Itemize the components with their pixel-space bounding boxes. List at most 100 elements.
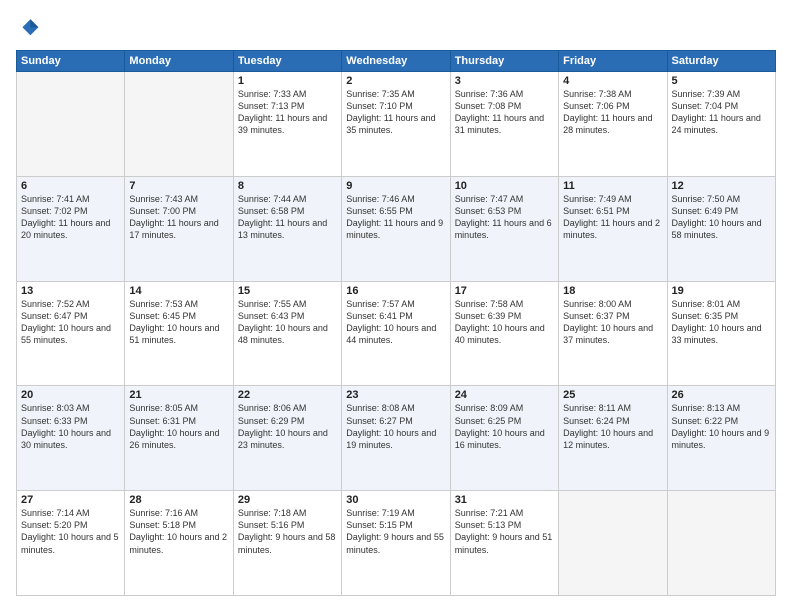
day-number: 29: [238, 494, 337, 506]
calendar-cell: 9Sunrise: 7:46 AMSunset: 6:55 PMDaylight…: [342, 176, 450, 281]
calendar-cell: 7Sunrise: 7:43 AMSunset: 7:00 PMDaylight…: [125, 176, 233, 281]
day-info: Sunrise: 8:06 AMSunset: 6:29 PMDaylight:…: [238, 402, 337, 451]
calendar-cell: 23Sunrise: 8:08 AMSunset: 6:27 PMDayligh…: [342, 386, 450, 491]
day-info: Sunrise: 7:21 AMSunset: 5:13 PMDaylight:…: [455, 507, 554, 556]
calendar-cell: 25Sunrise: 8:11 AMSunset: 6:24 PMDayligh…: [559, 386, 667, 491]
day-number: 5: [672, 75, 771, 87]
calendar-header-sunday: Sunday: [17, 51, 125, 72]
day-number: 21: [129, 389, 228, 401]
day-number: 16: [346, 285, 445, 297]
day-number: 2: [346, 75, 445, 87]
day-info: Sunrise: 7:50 AMSunset: 6:49 PMDaylight:…: [672, 193, 771, 242]
calendar-cell: 24Sunrise: 8:09 AMSunset: 6:25 PMDayligh…: [450, 386, 558, 491]
day-info: Sunrise: 7:47 AMSunset: 6:53 PMDaylight:…: [455, 193, 554, 242]
day-info: Sunrise: 7:46 AMSunset: 6:55 PMDaylight:…: [346, 193, 445, 242]
day-info: Sunrise: 8:03 AMSunset: 6:33 PMDaylight:…: [21, 402, 120, 451]
calendar-cell: 4Sunrise: 7:38 AMSunset: 7:06 PMDaylight…: [559, 72, 667, 177]
calendar-cell: 28Sunrise: 7:16 AMSunset: 5:18 PMDayligh…: [125, 491, 233, 596]
calendar-cell: 22Sunrise: 8:06 AMSunset: 6:29 PMDayligh…: [233, 386, 341, 491]
calendar-cell: 3Sunrise: 7:36 AMSunset: 7:08 PMDaylight…: [450, 72, 558, 177]
calendar-cell: 6Sunrise: 7:41 AMSunset: 7:02 PMDaylight…: [17, 176, 125, 281]
day-number: 13: [21, 285, 120, 297]
day-info: Sunrise: 8:09 AMSunset: 6:25 PMDaylight:…: [455, 402, 554, 451]
day-number: 8: [238, 180, 337, 192]
calendar-cell: 18Sunrise: 8:00 AMSunset: 6:37 PMDayligh…: [559, 281, 667, 386]
calendar-cell: 26Sunrise: 8:13 AMSunset: 6:22 PMDayligh…: [667, 386, 775, 491]
day-info: Sunrise: 7:49 AMSunset: 6:51 PMDaylight:…: [563, 193, 662, 242]
day-info: Sunrise: 7:57 AMSunset: 6:41 PMDaylight:…: [346, 298, 445, 347]
day-info: Sunrise: 7:58 AMSunset: 6:39 PMDaylight:…: [455, 298, 554, 347]
calendar-cell: [667, 491, 775, 596]
day-info: Sunrise: 8:05 AMSunset: 6:31 PMDaylight:…: [129, 402, 228, 451]
day-info: Sunrise: 8:11 AMSunset: 6:24 PMDaylight:…: [563, 402, 662, 451]
day-info: Sunrise: 7:14 AMSunset: 5:20 PMDaylight:…: [21, 507, 120, 556]
logo-icon: [16, 16, 40, 40]
day-info: Sunrise: 8:00 AMSunset: 6:37 PMDaylight:…: [563, 298, 662, 347]
day-number: 24: [455, 389, 554, 401]
day-number: 17: [455, 285, 554, 297]
day-info: Sunrise: 7:19 AMSunset: 5:15 PMDaylight:…: [346, 507, 445, 556]
calendar-cell: 30Sunrise: 7:19 AMSunset: 5:15 PMDayligh…: [342, 491, 450, 596]
day-number: 10: [455, 180, 554, 192]
day-number: 3: [455, 75, 554, 87]
calendar-cell: 11Sunrise: 7:49 AMSunset: 6:51 PMDayligh…: [559, 176, 667, 281]
day-number: 27: [21, 494, 120, 506]
day-info: Sunrise: 7:16 AMSunset: 5:18 PMDaylight:…: [129, 507, 228, 556]
day-info: Sunrise: 7:52 AMSunset: 6:47 PMDaylight:…: [21, 298, 120, 347]
day-number: 12: [672, 180, 771, 192]
day-number: 15: [238, 285, 337, 297]
calendar-cell: 27Sunrise: 7:14 AMSunset: 5:20 PMDayligh…: [17, 491, 125, 596]
calendar-header-friday: Friday: [559, 51, 667, 72]
day-number: 4: [563, 75, 662, 87]
day-info: Sunrise: 7:55 AMSunset: 6:43 PMDaylight:…: [238, 298, 337, 347]
day-number: 1: [238, 75, 337, 87]
calendar-cell: 12Sunrise: 7:50 AMSunset: 6:49 PMDayligh…: [667, 176, 775, 281]
day-number: 26: [672, 389, 771, 401]
calendar-cell: 5Sunrise: 7:39 AMSunset: 7:04 PMDaylight…: [667, 72, 775, 177]
day-number: 18: [563, 285, 662, 297]
day-info: Sunrise: 8:08 AMSunset: 6:27 PMDaylight:…: [346, 402, 445, 451]
calendar-cell: 10Sunrise: 7:47 AMSunset: 6:53 PMDayligh…: [450, 176, 558, 281]
day-info: Sunrise: 7:39 AMSunset: 7:04 PMDaylight:…: [672, 88, 771, 137]
day-number: 25: [563, 389, 662, 401]
calendar-header-monday: Monday: [125, 51, 233, 72]
day-info: Sunrise: 7:33 AMSunset: 7:13 PMDaylight:…: [238, 88, 337, 137]
calendar-cell: 20Sunrise: 8:03 AMSunset: 6:33 PMDayligh…: [17, 386, 125, 491]
calendar-cell: 21Sunrise: 8:05 AMSunset: 6:31 PMDayligh…: [125, 386, 233, 491]
day-number: 6: [21, 180, 120, 192]
calendar-cell: 16Sunrise: 7:57 AMSunset: 6:41 PMDayligh…: [342, 281, 450, 386]
calendar-cell: 13Sunrise: 7:52 AMSunset: 6:47 PMDayligh…: [17, 281, 125, 386]
day-number: 28: [129, 494, 228, 506]
day-number: 7: [129, 180, 228, 192]
day-info: Sunrise: 7:41 AMSunset: 7:02 PMDaylight:…: [21, 193, 120, 242]
day-info: Sunrise: 7:38 AMSunset: 7:06 PMDaylight:…: [563, 88, 662, 137]
day-number: 22: [238, 389, 337, 401]
day-number: 9: [346, 180, 445, 192]
day-info: Sunrise: 7:36 AMSunset: 7:08 PMDaylight:…: [455, 88, 554, 137]
day-number: 19: [672, 285, 771, 297]
calendar-header-wednesday: Wednesday: [342, 51, 450, 72]
calendar-cell: 19Sunrise: 8:01 AMSunset: 6:35 PMDayligh…: [667, 281, 775, 386]
calendar-cell: 31Sunrise: 7:21 AMSunset: 5:13 PMDayligh…: [450, 491, 558, 596]
calendar-header-tuesday: Tuesday: [233, 51, 341, 72]
calendar-cell: 17Sunrise: 7:58 AMSunset: 6:39 PMDayligh…: [450, 281, 558, 386]
day-info: Sunrise: 7:18 AMSunset: 5:16 PMDaylight:…: [238, 507, 337, 556]
day-number: 31: [455, 494, 554, 506]
day-number: 20: [21, 389, 120, 401]
day-number: 30: [346, 494, 445, 506]
calendar-cell: 15Sunrise: 7:55 AMSunset: 6:43 PMDayligh…: [233, 281, 341, 386]
logo: [16, 16, 44, 40]
calendar-cell: 1Sunrise: 7:33 AMSunset: 7:13 PMDaylight…: [233, 72, 341, 177]
day-info: Sunrise: 7:43 AMSunset: 7:00 PMDaylight:…: [129, 193, 228, 242]
day-info: Sunrise: 7:35 AMSunset: 7:10 PMDaylight:…: [346, 88, 445, 137]
calendar-header-saturday: Saturday: [667, 51, 775, 72]
calendar-cell: [17, 72, 125, 177]
calendar-cell: [125, 72, 233, 177]
day-info: Sunrise: 7:44 AMSunset: 6:58 PMDaylight:…: [238, 193, 337, 242]
calendar: SundayMondayTuesdayWednesdayThursdayFrid…: [16, 50, 776, 596]
day-info: Sunrise: 7:53 AMSunset: 6:45 PMDaylight:…: [129, 298, 228, 347]
calendar-cell: 2Sunrise: 7:35 AMSunset: 7:10 PMDaylight…: [342, 72, 450, 177]
day-number: 23: [346, 389, 445, 401]
calendar-cell: 29Sunrise: 7:18 AMSunset: 5:16 PMDayligh…: [233, 491, 341, 596]
calendar-cell: [559, 491, 667, 596]
